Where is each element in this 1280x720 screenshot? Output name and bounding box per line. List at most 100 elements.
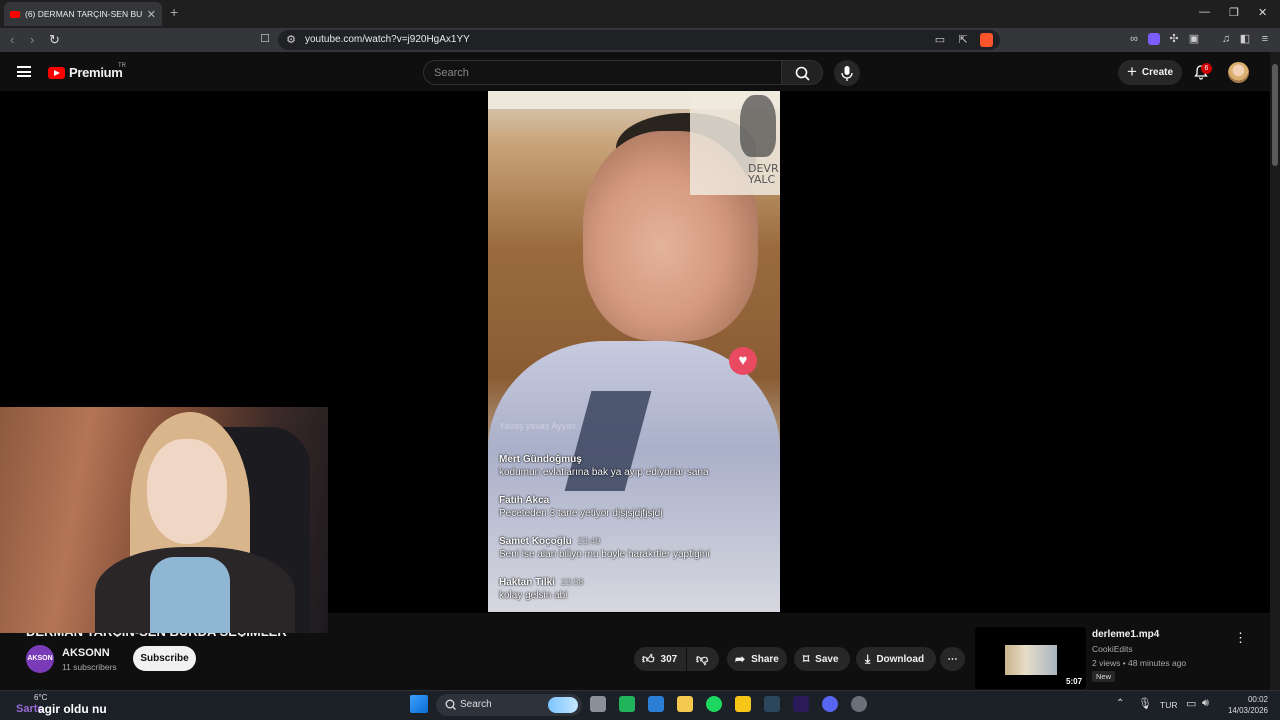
- task-view-icon[interactable]: [590, 696, 606, 712]
- tray-overflow-icon[interactable]: ⌃: [1116, 698, 1124, 709]
- share-button[interactable]: ➦ Share: [727, 647, 787, 671]
- account-avatar[interactable]: [1228, 62, 1249, 83]
- save-button[interactable]: ⌑ Save: [794, 647, 850, 671]
- menu-icon[interactable]: ≡: [1259, 33, 1271, 45]
- download-label: Download: [876, 653, 925, 665]
- premiere-pro-icon[interactable]: [793, 696, 809, 712]
- site-info-icon[interactable]: ⚙: [285, 34, 297, 46]
- search-placeholder: Search: [434, 67, 469, 79]
- search-input[interactable]: Search: [423, 60, 782, 85]
- discord-icon[interactable]: [822, 696, 838, 712]
- comment-user: Haktan Tilki: [499, 577, 555, 588]
- like-count: 307: [660, 653, 678, 665]
- volume-icon[interactable]: 🔊︎: [1202, 697, 1209, 710]
- clock-date: 14/03/2026: [1227, 706, 1268, 715]
- window-close-icon[interactable]: ✕: [1258, 6, 1267, 19]
- recommendation-title[interactable]: derleme1.mp4: [1092, 629, 1159, 640]
- weather-widget[interactable]: 6°C: [34, 693, 47, 702]
- extension-glasses-icon[interactable]: ∞: [1128, 33, 1140, 45]
- comment-item: Haktan Tilki 23:58 kolay gelsin abi: [499, 572, 774, 601]
- clock-time: 00:02: [1247, 695, 1268, 704]
- search-highlight-icon: [548, 697, 578, 713]
- taskbar-search-icon: [445, 699, 456, 710]
- tab-title: (6) DERMAN TARÇIN-SEN BURDA: [25, 9, 142, 19]
- dislike-button[interactable]: 👎︎: [687, 647, 719, 671]
- extensions-puzzle-icon[interactable]: ✣: [1168, 33, 1180, 45]
- subscribe-button[interactable]: Subscribe: [133, 646, 196, 671]
- more-actions-button[interactable]: ⋯: [940, 647, 965, 671]
- youtube-favicon-icon: [10, 10, 20, 18]
- browser-tab-strip: (6) DERMAN TARÇIN-SEN BURDA ✕ + — ❐ ✕: [0, 0, 1280, 28]
- address-bar[interactable]: ⚙ youtube.com/watch?v=j920HgAx1YY ▭ ⇱: [278, 30, 1000, 50]
- comment-time: 23:49: [577, 536, 601, 546]
- thumbs-down-icon: 👎︎: [696, 651, 709, 666]
- share-arrow-icon: ➦: [735, 652, 746, 666]
- comment-item: Fatih Akca Peceteden 3 tane yetiyor djsj…: [499, 490, 774, 519]
- comment-user: Samet Koçoğlu: [499, 536, 572, 547]
- restore-icon[interactable]: ❐: [1229, 6, 1239, 19]
- file-explorer-icon[interactable]: [677, 696, 693, 712]
- channel-name[interactable]: AKSONN: [62, 647, 110, 659]
- vscode-icon[interactable]: [648, 696, 664, 712]
- download-button[interactable]: ⤓ Download: [856, 647, 936, 671]
- create-label: Create: [1141, 67, 1174, 78]
- url-text[interactable]: youtube.com/watch?v=j920HgAx1YY: [305, 34, 470, 45]
- input-language[interactable]: TUR: [1160, 700, 1177, 710]
- steam-icon[interactable]: [764, 696, 780, 712]
- starred-app-icon[interactable]: [735, 696, 751, 712]
- watermark-face: [740, 95, 776, 157]
- cast-icon[interactable]: ▭: [934, 34, 946, 46]
- tray-microphone-icon[interactable]: 🎙︎: [1138, 697, 1152, 710]
- obs-icon[interactable]: [851, 696, 867, 712]
- guide-menu-icon[interactable]: [17, 66, 31, 77]
- tab-groups-icon[interactable]: ▣: [1188, 33, 1200, 45]
- recommendation-duration: 5:07: [1064, 677, 1085, 686]
- channel-avatar[interactable]: AKSON: [26, 645, 54, 673]
- create-button[interactable]: + Create: [1118, 60, 1182, 85]
- windows-taskbar: [0, 690, 1280, 720]
- like-button[interactable]: 👍︎ 307: [634, 647, 686, 671]
- search-button[interactable]: [781, 60, 823, 85]
- thumbnail-image: [1005, 645, 1057, 675]
- browser-tab[interactable]: (6) DERMAN TARÇIN-SEN BURDA ✕: [4, 2, 162, 26]
- minimize-icon[interactable]: —: [1199, 6, 1210, 18]
- streamer-shirt: [150, 557, 230, 633]
- youtube-header: Premium TR Search + Create: [0, 52, 1280, 92]
- recommendation-channel[interactable]: CookiEdits: [1092, 644, 1133, 654]
- video-frame[interactable]: DEVR YALC ♥ Yavaş yavaş Ayyas Mert Gündo…: [488, 91, 780, 612]
- windows-start-icon[interactable]: [410, 695, 428, 713]
- sidebar-icon[interactable]: ◧: [1239, 33, 1251, 45]
- bookmark-save-icon: ⌑: [803, 652, 810, 666]
- tab-close-icon[interactable]: ✕: [147, 8, 156, 21]
- comment-text: kodumun evlatlarına bak ya ayıp ediyorla…: [499, 467, 709, 478]
- comment-user: Fatih Akca: [499, 495, 550, 506]
- youtube-premium-logo[interactable]: Premium: [48, 65, 123, 80]
- brave-shield-icon[interactable]: [980, 33, 993, 47]
- taskbar-search-box[interactable]: Search: [436, 694, 582, 716]
- system-clock[interactable]: 00:02 14/03/2026: [1226, 694, 1268, 716]
- recommendation-meta: 2 views • 48 minutes ago: [1092, 658, 1187, 668]
- comment-text: Seni ise alan biliyo mu boyle harakrtler…: [499, 549, 710, 560]
- share-page-icon[interactable]: ⇱: [957, 34, 969, 46]
- bookmark-icon[interactable]: ☐: [259, 33, 271, 45]
- media-controls-icon[interactable]: ♫: [1220, 33, 1232, 45]
- comment-item: Samet Koçoğlu 23:49 Seni ise alan biliyo …: [499, 531, 774, 560]
- back-icon[interactable]: ‹: [10, 32, 14, 47]
- extension-purple-icon[interactable]: [1148, 33, 1160, 45]
- comment-time: 23:58: [560, 577, 584, 587]
- reload-icon[interactable]: ↻: [49, 32, 60, 48]
- taskbar-search-label: Search: [460, 699, 492, 710]
- voice-search-button[interactable]: [834, 60, 860, 86]
- thumbs-up-icon: 👍︎: [642, 651, 655, 666]
- comment-user: Mert Gündoğmuş: [499, 454, 582, 465]
- pycharm-icon[interactable]: [619, 696, 635, 712]
- network-icon[interactable]: ▭: [1186, 697, 1196, 710]
- search-icon: [795, 66, 810, 81]
- live-comments: Mert Gündoğmuş kodumun evlatlarına bak y…: [499, 449, 774, 612]
- new-tab-icon[interactable]: +: [170, 4, 178, 20]
- more-vertical-icon[interactable]: ⋮: [1234, 630, 1247, 646]
- subscriber-count: 11 subscribers: [62, 662, 117, 672]
- spotify-icon[interactable]: [706, 696, 722, 712]
- scrollbar-thumb[interactable]: [1272, 64, 1278, 166]
- forward-icon[interactable]: ›: [30, 32, 34, 47]
